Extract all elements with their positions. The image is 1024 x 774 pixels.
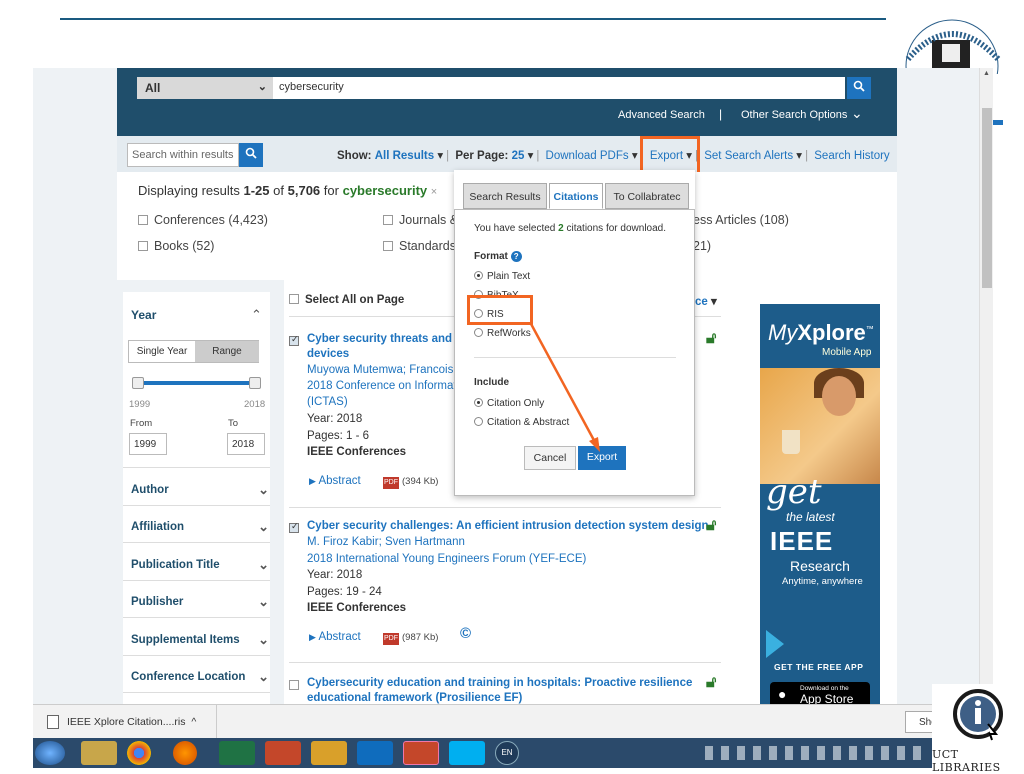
chrome-icon[interactable] bbox=[127, 741, 151, 765]
slide-accent bbox=[993, 120, 1003, 125]
language-indicator-icon[interactable]: EN bbox=[495, 741, 519, 765]
excel-icon[interactable] bbox=[219, 741, 255, 765]
outlook-icon[interactable] bbox=[357, 741, 393, 765]
download-separator bbox=[216, 705, 217, 739]
info-icon bbox=[953, 689, 1003, 741]
scrollbar-thumb[interactable] bbox=[982, 108, 992, 288]
download-item[interactable]: IEEE Xplore Citation....ris ^ bbox=[67, 716, 196, 728]
annotation-arrow bbox=[528, 321, 600, 452]
skype-icon[interactable] bbox=[449, 741, 485, 765]
browser-download-bar: IEEE Xplore Citation....ris ^ Sho bbox=[33, 704, 979, 739]
powerpoint-icon[interactable] bbox=[265, 741, 301, 765]
file-icon bbox=[47, 715, 59, 729]
uct-libraries-logo: UCT LIBRARIES bbox=[932, 684, 1024, 774]
file-explorer-icon[interactable] bbox=[81, 741, 117, 765]
media-player-icon[interactable] bbox=[311, 741, 347, 765]
download-filename: IEEE Xplore Citation....ris bbox=[67, 716, 186, 728]
scroll-up-icon[interactable]: ▲ bbox=[983, 70, 990, 77]
uct-libraries-label: UCT LIBRARIES bbox=[932, 748, 1001, 774]
page-scrollbar[interactable]: ▲ bbox=[979, 68, 993, 704]
firefox-icon[interactable] bbox=[173, 741, 197, 765]
powerpoint-active-icon[interactable] bbox=[403, 741, 439, 765]
chevron-up-icon[interactable]: ^ bbox=[191, 716, 196, 728]
windows-taskbar: EN bbox=[33, 738, 933, 768]
system-tray-icons[interactable] bbox=[705, 746, 927, 760]
start-button-icon[interactable] bbox=[35, 741, 65, 765]
